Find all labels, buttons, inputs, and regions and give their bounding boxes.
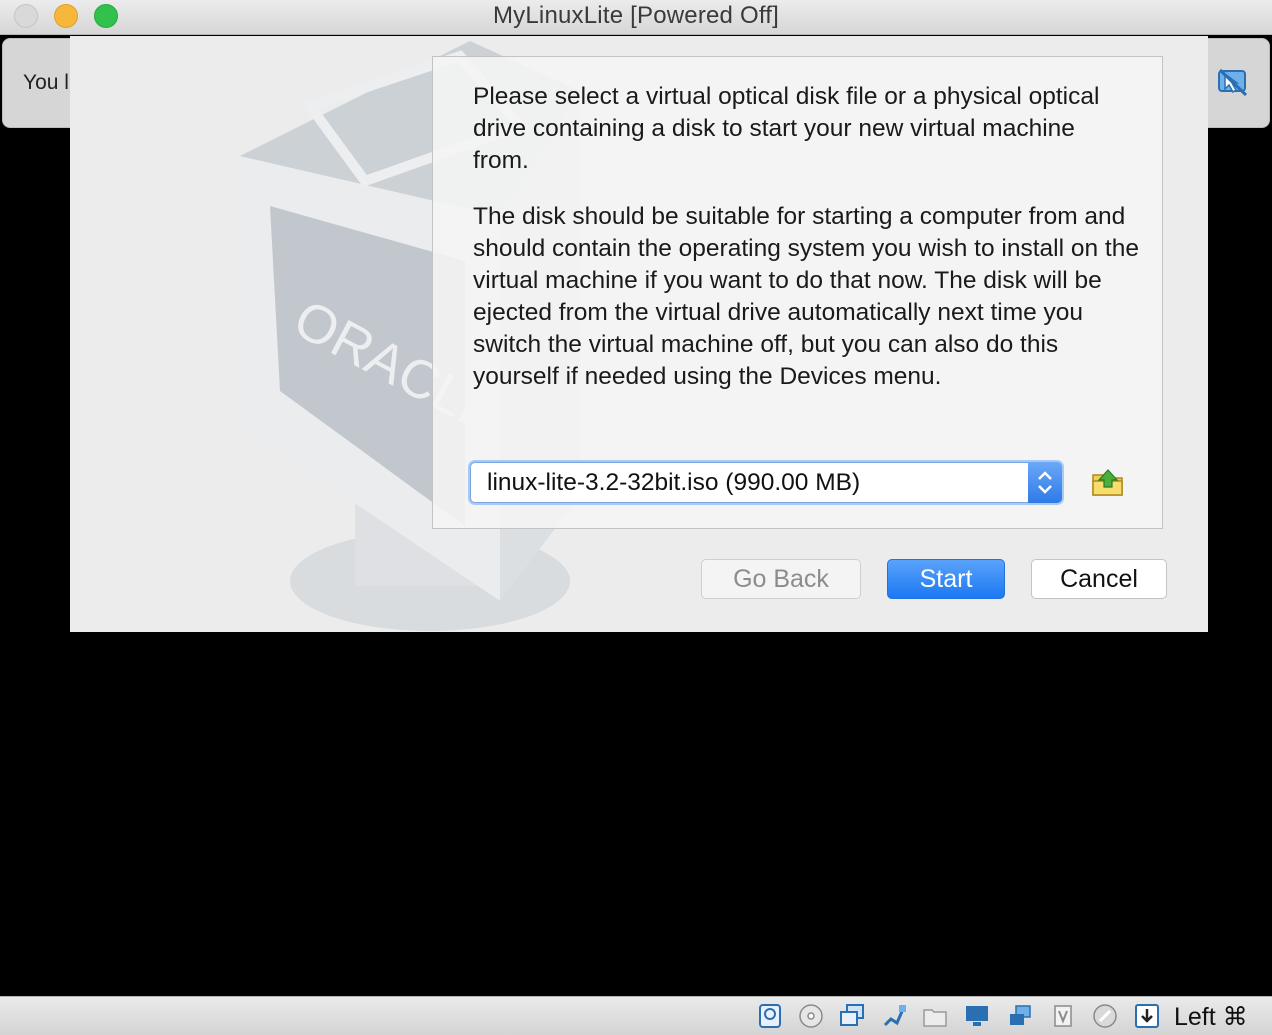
network-icon[interactable] [839, 1003, 865, 1029]
select-arrows-icon[interactable] [1028, 462, 1062, 503]
notification-text: You l [23, 71, 69, 94]
hard-disk-icon[interactable] [757, 1003, 783, 1029]
choose-disk-folder-icon[interactable] [1091, 467, 1125, 499]
display-icon[interactable] [964, 1003, 990, 1029]
cpu-icon[interactable] [1050, 1003, 1076, 1029]
window-title: MyLinuxLite [Powered Off] [492, 2, 780, 29]
window-titlebar: MyLinuxLite [Powered Off] [0, 0, 1272, 35]
shared-folders-icon[interactable] [922, 1003, 948, 1029]
keyboard-capture-icon[interactable] [1134, 1003, 1160, 1029]
description-panel: Please select a virtual optical disk fil… [432, 56, 1163, 529]
optical-disk-select[interactable]: linux-lite-3.2-32bit.iso (990.00 MB) [470, 462, 1062, 503]
start-button[interactable]: Start [887, 559, 1005, 599]
instruction-text: Please select a virtual optical disk fil… [473, 83, 1100, 174]
cancel-button[interactable]: Cancel [1031, 559, 1167, 599]
optical-drive-icon[interactable] [798, 1003, 824, 1029]
selected-disk-value: linux-lite-3.2-32bit.iso (990.00 MB) [487, 469, 861, 496]
mouse-pointer-integration-icon[interactable] [1215, 65, 1251, 101]
explanation-text: The disk should be suitable for starting… [473, 203, 1139, 390]
usb-icon[interactable] [881, 1003, 907, 1029]
vm-status-bar: Left ⌘ [0, 996, 1272, 1035]
host-key-label[interactable]: Left ⌘ [1174, 1002, 1248, 1032]
mouse-integration-icon[interactable] [1092, 1003, 1118, 1029]
video-capture-icon[interactable] [1007, 1003, 1033, 1029]
first-start-wizard-dialog: ORACLE Please select a virtual optical d… [70, 36, 1208, 632]
go-back-button[interactable]: Go Back [701, 559, 861, 599]
